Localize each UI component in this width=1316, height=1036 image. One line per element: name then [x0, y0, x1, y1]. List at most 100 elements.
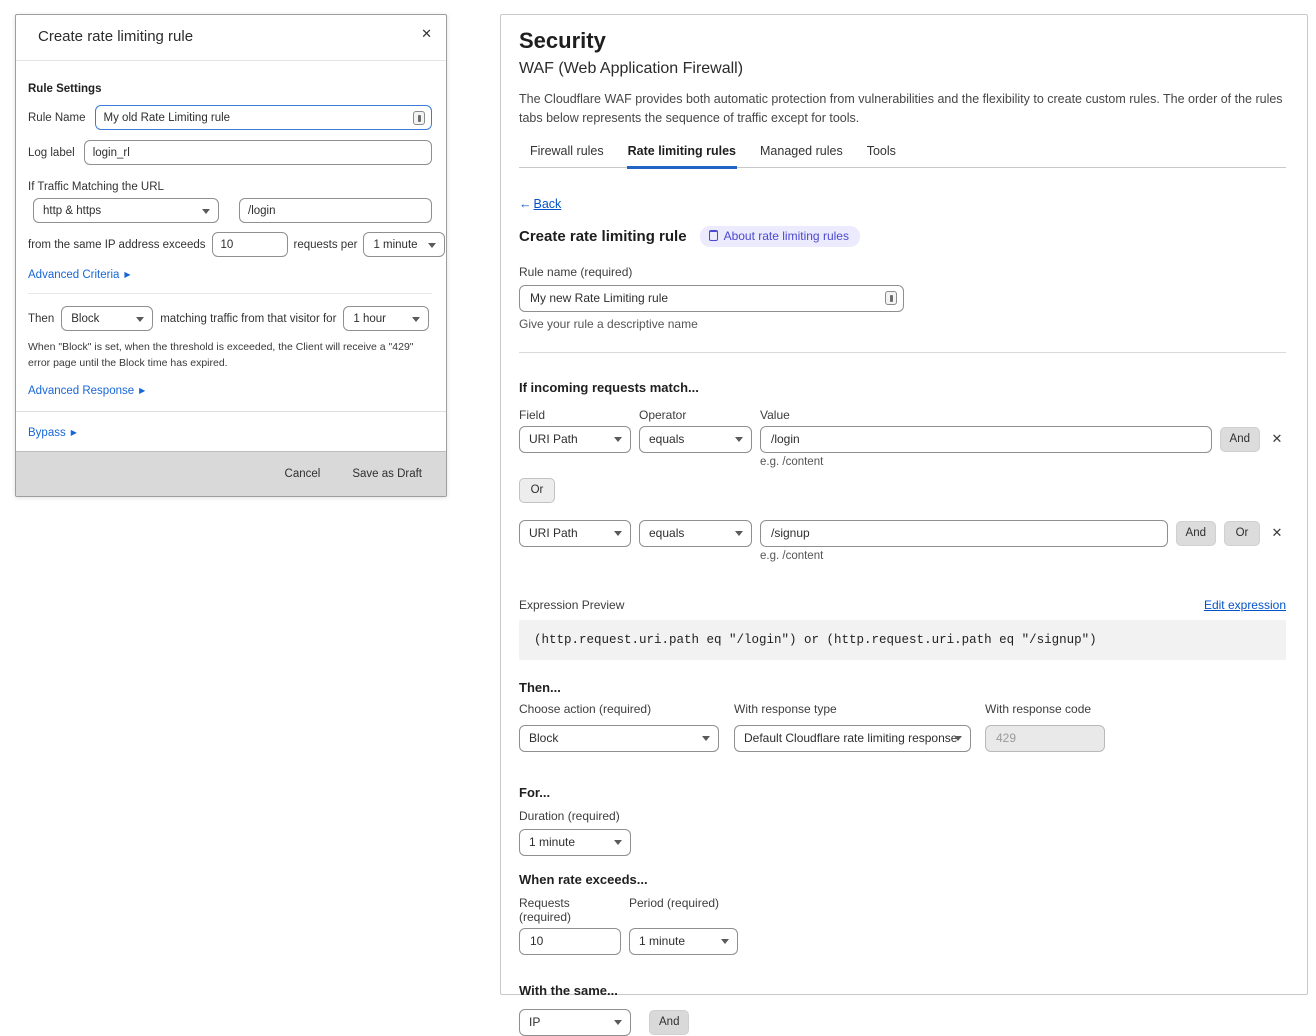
back-label: Back	[534, 197, 562, 211]
page-subtitle: WAF (Web Application Firewall)	[519, 60, 1286, 78]
response-type-label: With response type	[734, 702, 971, 716]
save-as-draft-button[interactable]: Save as Draft	[352, 468, 422, 480]
tab-rate-limiting-rules[interactable]: Rate limiting rules	[627, 137, 737, 169]
page-description: The Cloudflare WAF provides both automat…	[519, 90, 1286, 128]
value-input[interactable]	[760, 520, 1168, 547]
cancel-button[interactable]: Cancel	[285, 468, 321, 480]
autofill-icon[interactable]	[413, 111, 425, 125]
page-title: Security	[519, 28, 1286, 54]
caret-down-icon	[721, 939, 729, 944]
sample-period-select[interactable]: 1 minute	[363, 232, 445, 257]
field-select[interactable]: URI Path	[519, 520, 631, 547]
tab-firewall-rules[interactable]: Firewall rules	[529, 137, 605, 169]
action-select[interactable]: Block	[519, 725, 719, 752]
and-connector-button[interactable]: And	[1176, 521, 1216, 546]
legacy-rate-limit-dialog: Create rate limiting rule ✕ Rule Setting…	[15, 14, 447, 497]
bypass-link[interactable]: Bypass ▶	[28, 427, 432, 439]
advanced-response-link[interactable]: Advanced Response ▶	[28, 385, 432, 397]
scheme-select-value: http & https	[43, 205, 101, 217]
document-icon	[709, 230, 718, 241]
scheme-select[interactable]: http & https	[33, 198, 219, 223]
caret-down-icon	[735, 437, 743, 442]
caret-down-icon	[614, 437, 622, 442]
back-link[interactable]: ← Back	[519, 197, 561, 211]
value-hint: e.g. /content	[760, 550, 1286, 562]
operator-select-value: equals	[649, 526, 684, 540]
tab-managed-rules[interactable]: Managed rules	[759, 137, 844, 169]
response-type-value: Default Cloudflare rate limiting respons…	[744, 731, 957, 745]
then-label: Then	[28, 313, 54, 325]
condition-row: URI Path equals And ✕	[519, 426, 1286, 453]
response-type-select[interactable]: Default Cloudflare rate limiting respons…	[734, 725, 971, 752]
characteristic-select[interactable]: IP	[519, 1009, 631, 1036]
characteristic-select-value: IP	[529, 1015, 540, 1029]
field-select[interactable]: URI Path	[519, 426, 631, 453]
threshold-suffix-text: requests per	[294, 239, 358, 251]
value-column-label: Value	[760, 408, 1286, 422]
for-heading: For...	[519, 785, 1286, 800]
log-label-input[interactable]	[84, 140, 432, 165]
caret-down-icon	[954, 736, 962, 741]
duration-select[interactable]: 1 minute	[519, 829, 631, 856]
advanced-response-label: Advanced Response	[28, 385, 134, 397]
caret-down-icon	[428, 243, 436, 248]
rule-name-label: Rule name (required)	[519, 265, 1286, 279]
expression-preview-label: Expression Preview	[519, 598, 624, 612]
and-connector-button[interactable]: And	[1220, 427, 1260, 452]
ban-duration-value: 1 hour	[353, 313, 386, 325]
sample-period-value: 1 minute	[373, 239, 417, 251]
chevron-right-icon: ▶	[124, 271, 130, 279]
tab-tools[interactable]: Tools	[866, 137, 897, 169]
expression-code: (http.request.uri.path eq "/login") or (…	[519, 620, 1286, 660]
requests-label: Requests (required)	[519, 896, 621, 924]
field-select-value: URI Path	[529, 526, 578, 540]
rate-heading: When rate exceeds...	[519, 872, 1286, 887]
autofill-icon[interactable]	[885, 291, 897, 305]
bypass-label: Bypass	[28, 427, 66, 439]
remove-condition-icon[interactable]: ✕	[1268, 431, 1286, 447]
about-rate-limiting-badge[interactable]: About rate limiting rules	[700, 226, 860, 247]
chevron-right-icon: ▶	[139, 387, 145, 395]
request-threshold-input[interactable]	[212, 232, 288, 257]
form-title: Create rate limiting rule	[519, 228, 687, 245]
url-pattern-input[interactable]	[239, 198, 432, 223]
dialog-header: Create rate limiting rule ✕	[16, 15, 446, 61]
action-select[interactable]: Block	[61, 306, 153, 331]
ban-duration-select[interactable]: 1 hour	[343, 306, 429, 331]
or-connector-button[interactable]: Or	[519, 478, 555, 503]
condition-row: URI Path equals And Or ✕	[519, 520, 1286, 547]
duration-label: Duration (required)	[519, 809, 1286, 823]
operator-select[interactable]: equals	[639, 426, 752, 453]
same-heading: With the same...	[519, 983, 1286, 998]
rule-name-hint: Give your rule a descriptive name	[519, 317, 1286, 331]
edit-expression-link[interactable]: Edit expression	[1204, 598, 1286, 612]
chevron-right-icon: ▶	[71, 429, 77, 437]
caret-down-icon	[412, 317, 420, 322]
period-select[interactable]: 1 minute	[629, 928, 738, 955]
divider	[28, 293, 432, 294]
security-waf-panel: Security WAF (Web Application Firewall) …	[500, 14, 1308, 995]
traffic-matching-label: If Traffic Matching the URL	[28, 181, 432, 193]
dialog-body: Rule Settings Rule Name Log label If Tra…	[16, 61, 446, 451]
response-code-label: With response code	[985, 702, 1105, 716]
value-input[interactable]	[760, 426, 1212, 453]
requests-input[interactable]	[519, 928, 621, 955]
caret-down-icon	[614, 840, 622, 845]
and-characteristic-button[interactable]: And	[649, 1010, 689, 1035]
close-icon[interactable]: ✕	[421, 26, 432, 42]
match-heading: If incoming requests match...	[519, 380, 1286, 395]
operator-select[interactable]: equals	[639, 520, 752, 547]
then-heading: Then...	[519, 680, 1286, 695]
rule-name-input[interactable]	[519, 285, 904, 312]
divider	[16, 411, 446, 412]
dialog-footer: Cancel Save as Draft	[16, 451, 446, 496]
operator-column-label: Operator	[639, 408, 752, 422]
remove-condition-icon[interactable]: ✕	[1268, 525, 1286, 541]
or-connector-button[interactable]: Or	[1224, 521, 1260, 546]
dialog-title: Create rate limiting rule	[38, 28, 193, 45]
action-select-value: Block	[529, 731, 558, 745]
rule-name-input[interactable]	[95, 105, 432, 130]
advanced-criteria-link[interactable]: Advanced Criteria ▶	[28, 269, 432, 281]
log-label-label: Log label	[28, 147, 75, 159]
caret-down-icon	[202, 209, 210, 214]
